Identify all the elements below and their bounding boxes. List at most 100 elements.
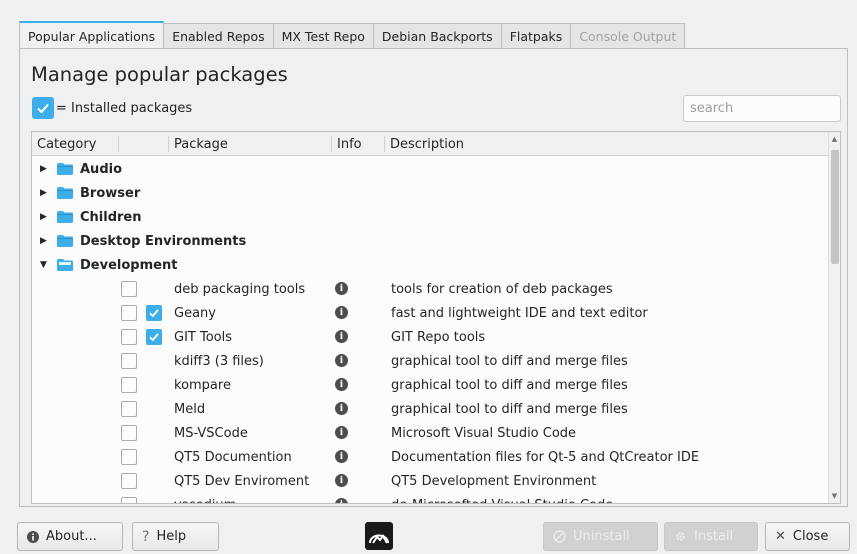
search-input[interactable] [683, 95, 841, 122]
package-row[interactable]: Meld i graphical tool to diff and merge fi… [32, 397, 829, 421]
install-button: Install [664, 522, 758, 551]
category-label: Children [80, 209, 142, 225]
package-row[interactable]: vscodium i de-Microsofted Visual Studio Co… [32, 493, 829, 504]
help-button-label: Help [156, 529, 187, 544]
info-icon[interactable]: i [335, 282, 348, 295]
package-description: GIT Repo tools [391, 329, 486, 345]
select-checkbox[interactable] [121, 305, 137, 321]
uninstall-button: Uninstall [543, 522, 658, 551]
package-name: MS-VSCode [174, 425, 248, 441]
package-row[interactable]: GIT Tools i GIT Repo tools [32, 325, 829, 349]
select-checkbox[interactable] [121, 425, 137, 441]
info-icon[interactable]: i [335, 402, 348, 415]
info-icon[interactable]: i [335, 450, 348, 463]
expand-right-icon[interactable]: ▶ [40, 188, 47, 198]
column-header-category[interactable]: Category [32, 132, 119, 156]
package-name: QT5 Dev Enviroment [174, 473, 310, 489]
info-icon[interactable]: i [335, 474, 348, 487]
folder-icon [57, 187, 73, 203]
column-header-info[interactable]: Info [332, 132, 385, 156]
install-button-label: Install [694, 529, 734, 544]
package-tree: Category Package Info Description ▶ Audio… [31, 131, 841, 504]
column-header-package[interactable]: Package [169, 132, 332, 156]
expand-right-icon[interactable]: ▶ [40, 212, 47, 222]
tab-console-output: Console Output [571, 23, 686, 49]
select-checkbox[interactable] [121, 329, 137, 345]
gear-icon [674, 530, 687, 543]
info-icon[interactable]: i [335, 378, 348, 391]
tab-enabled-repos[interactable]: Enabled Repos [164, 23, 274, 49]
tree-header: Category Package Info Description [32, 132, 840, 156]
package-name: Geany [174, 305, 216, 321]
category-row[interactable]: ▼ Development [32, 253, 829, 277]
package-row[interactable]: QT5 Documention i Documentation files for … [32, 445, 829, 469]
select-checkbox[interactable] [121, 401, 137, 417]
close-icon: ✕ [775, 529, 786, 544]
package-name: GIT Tools [174, 329, 233, 345]
package-row[interactable]: deb packaging tools i tools for creation o… [32, 277, 829, 301]
installed-legend: = Installed packages [32, 97, 192, 119]
info-icon[interactable]: i [335, 354, 348, 367]
select-checkbox[interactable] [121, 353, 137, 369]
select-checkbox[interactable] [121, 449, 137, 465]
category-row[interactable]: ▶ Browser [32, 181, 829, 205]
info-icon[interactable]: i [335, 498, 348, 503]
tree-rows: ▶ Audio ▶ Browser ▶ Children ▶ Desktop Environm… [32, 157, 829, 504]
package-name: QT5 Documention [174, 449, 292, 465]
package-row[interactable]: MS-VSCode i Microsoft Visual Studio Code [32, 421, 829, 445]
select-checkbox[interactable] [121, 473, 137, 489]
package-row[interactable]: kdiff3 (3 files) i graphical tool to diff … [32, 349, 829, 373]
info-icon[interactable]: i [335, 306, 348, 319]
scrollbar-thumb[interactable] [831, 150, 839, 264]
tab-debian-backports[interactable]: Debian Backports [373, 23, 502, 49]
package-name: kdiff3 (3 files) [174, 353, 264, 369]
expand-right-icon[interactable]: ▶ [40, 236, 47, 246]
about-button[interactable]: About... [17, 522, 123, 551]
column-header-description[interactable]: Description [385, 132, 829, 156]
expand-down-icon[interactable]: ▼ [40, 260, 47, 270]
tab-popular-applications[interactable]: Popular Applications [19, 21, 165, 49]
folder-icon [57, 163, 73, 179]
tab-flatpaks[interactable]: Flatpaks [501, 23, 572, 49]
folder-icon [57, 259, 73, 275]
package-description: graphical tool to diff and merge files [391, 401, 628, 417]
package-row[interactable]: kompare i graphical tool to diff and merge… [32, 373, 829, 397]
tab-panel: Manage popular packages = Installed pack… [19, 48, 848, 507]
package-name: vscodium [174, 498, 236, 504]
expand-right-icon[interactable]: ▶ [40, 164, 47, 174]
package-description: tools for creation of deb packages [391, 281, 613, 297]
category-row[interactable]: ▶ Children [32, 205, 829, 229]
scroll-up-icon[interactable]: ▲ [829, 134, 840, 144]
about-button-label: About... [46, 529, 97, 544]
package-description: graphical tool to diff and merge files [391, 353, 628, 369]
package-description: de-Microsofted Visual Studio Code [391, 498, 613, 504]
vertical-scrollbar[interactable]: ▲ ▼ [828, 132, 840, 503]
scroll-down-icon[interactable]: ▼ [829, 491, 840, 501]
package-row[interactable]: Geany i fast and lightweight IDE and text … [32, 301, 829, 325]
mx-logo-icon [364, 521, 394, 551]
info-icon[interactable]: i [335, 330, 348, 343]
package-description: graphical tool to diff and merge files [391, 377, 628, 393]
uninstall-button-label: Uninstall [573, 529, 630, 544]
column-header-check[interactable] [119, 132, 169, 156]
package-description: QT5 Development Environment [391, 473, 597, 489]
help-button[interactable]: ? Help [132, 522, 219, 551]
package-name: Meld [174, 401, 206, 417]
tab-mx-test-repo[interactable]: MX Test Repo [273, 23, 374, 49]
info-icon [27, 530, 39, 543]
select-checkbox[interactable] [121, 497, 137, 503]
category-label: Development [80, 257, 178, 273]
select-checkbox[interactable] [121, 281, 137, 297]
info-icon[interactable]: i [335, 426, 348, 439]
legend-label: = Installed packages [56, 100, 193, 116]
category-row[interactable]: ▶ Desktop Environments [32, 229, 829, 253]
tab-bar: Popular Applications Enabled Repos MX Te… [19, 21, 686, 49]
folder-icon [57, 235, 73, 251]
category-label: Browser [80, 185, 141, 201]
category-label: Audio [80, 161, 123, 177]
close-button[interactable]: ✕ Close [765, 522, 850, 551]
select-checkbox[interactable] [121, 377, 137, 393]
package-description: fast and lightweight IDE and text editor [391, 305, 648, 321]
package-row[interactable]: QT5 Dev Enviroment i QT5 Development Envir… [32, 469, 829, 493]
category-row[interactable]: ▶ Audio [32, 157, 829, 181]
